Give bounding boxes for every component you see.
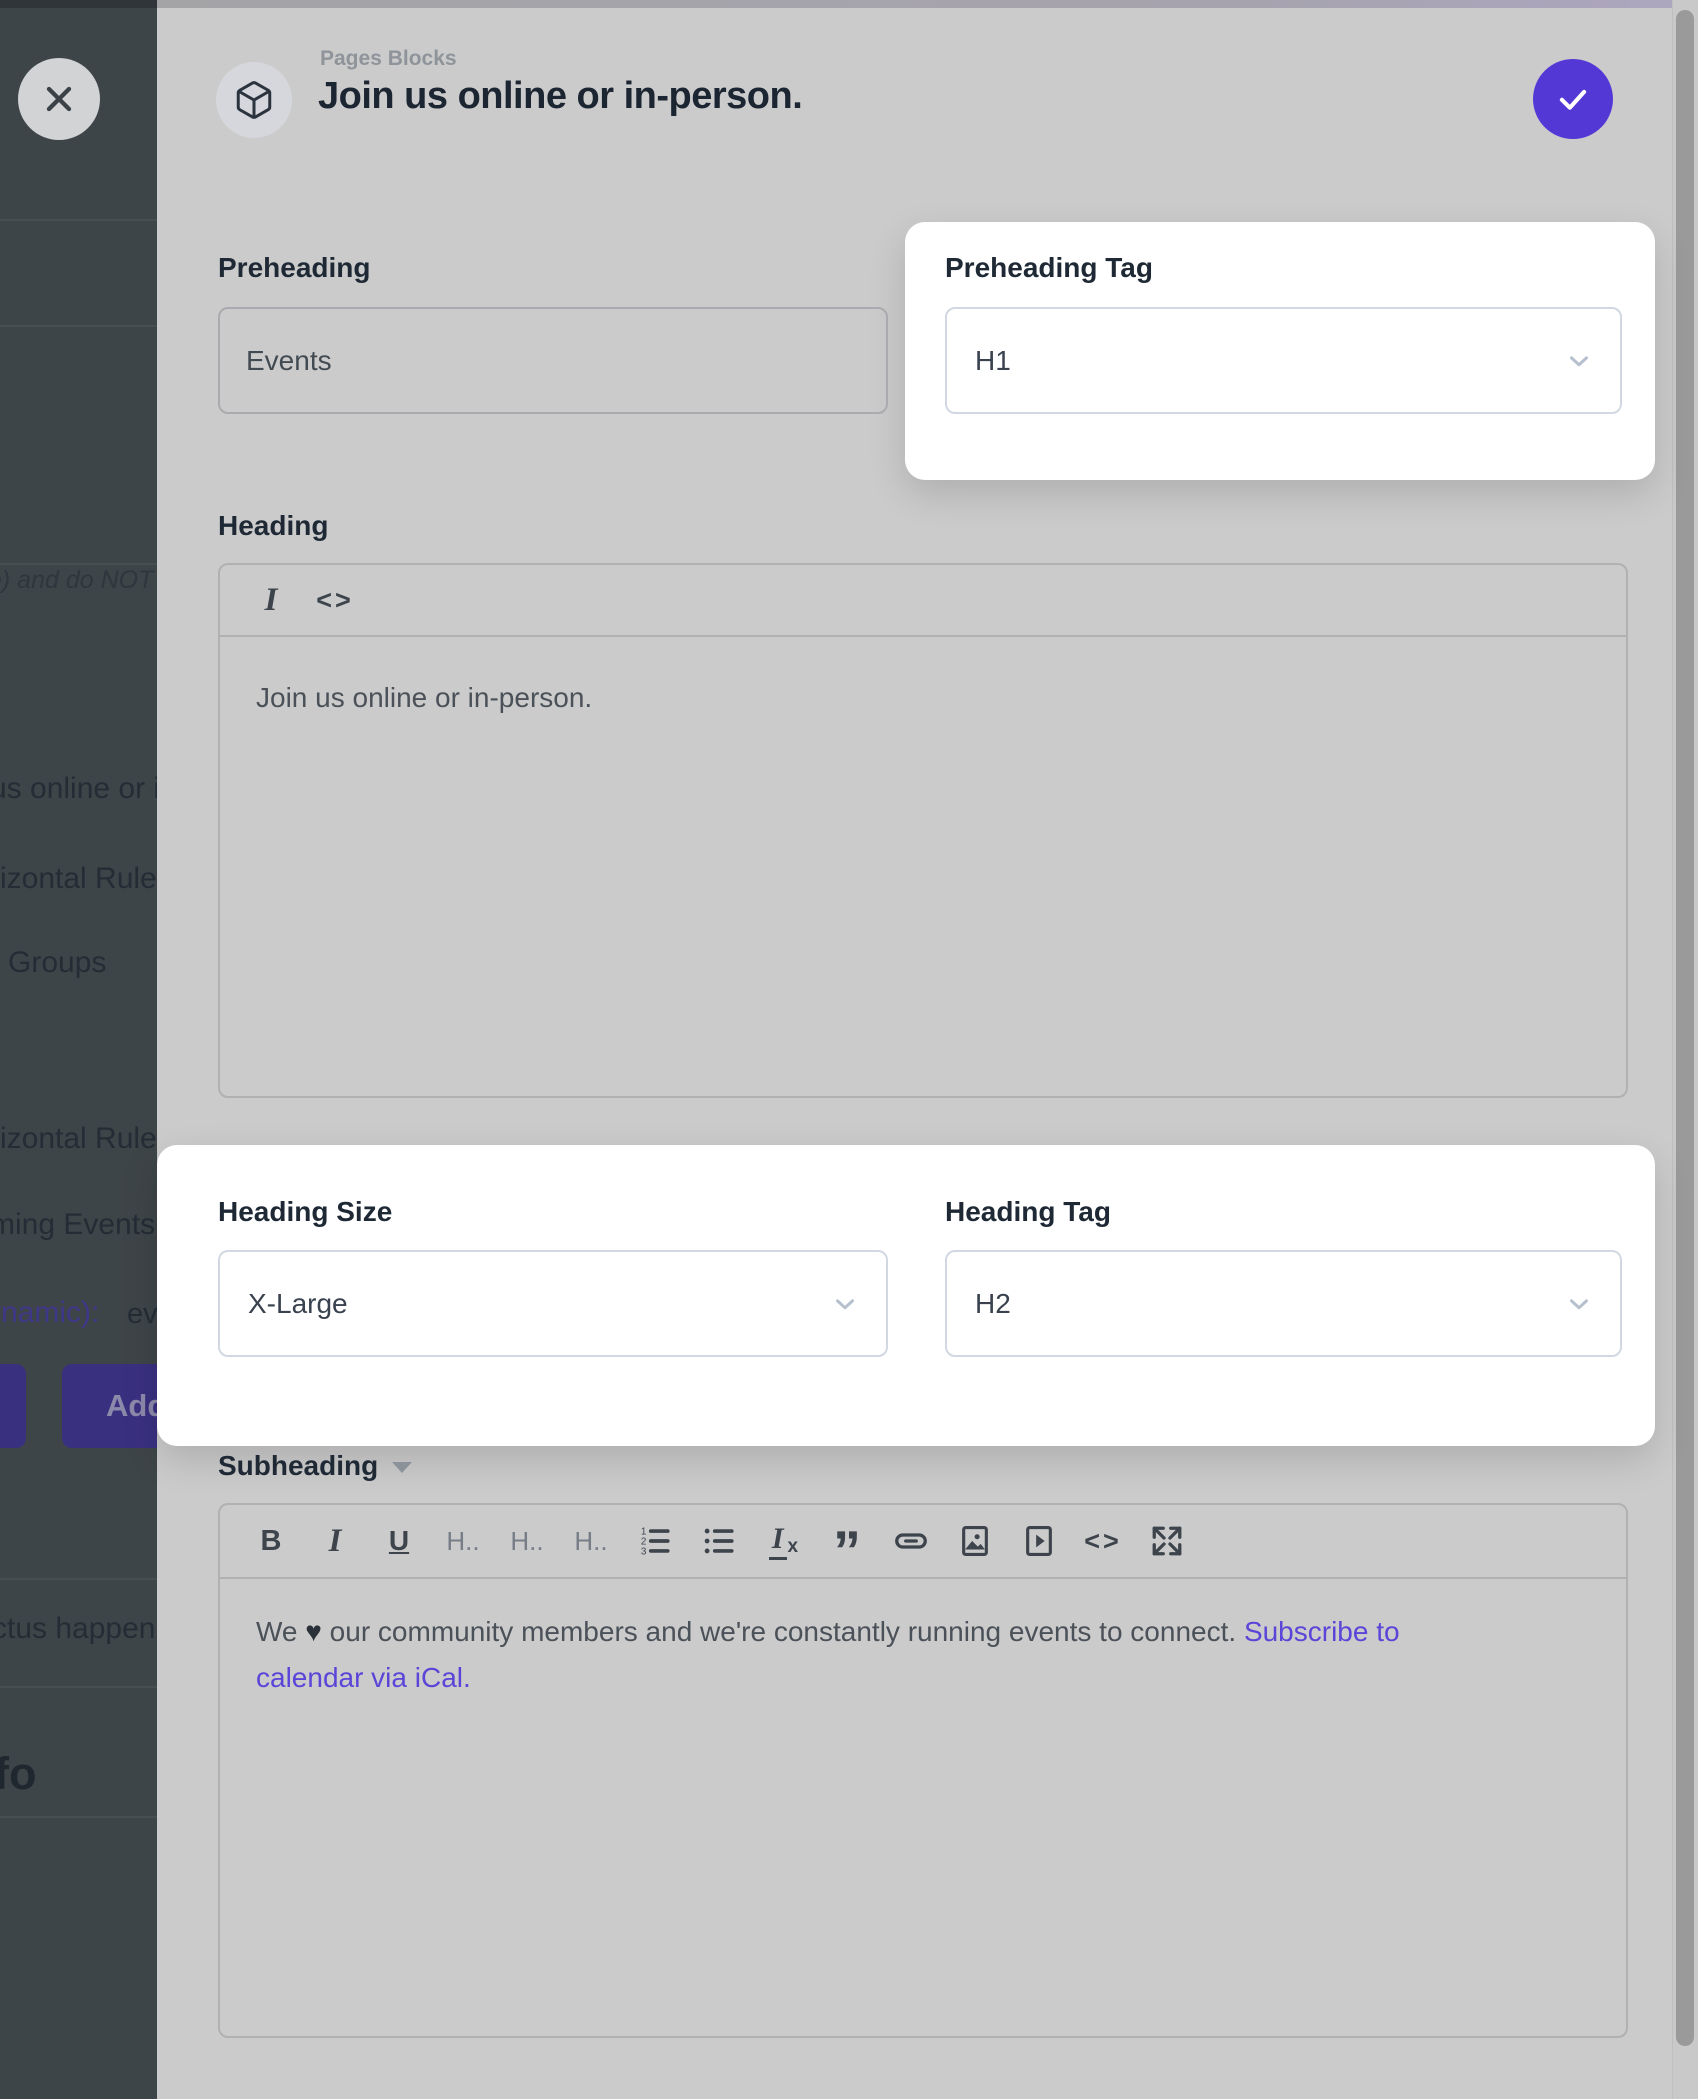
background-text-fragment: ming Events: [0, 1208, 155, 1242]
subscribe-link[interactable]: calendar via iCal.: [256, 1662, 471, 1693]
heading-3-icon[interactable]: H..: [572, 1526, 610, 1557]
background-text-fragment: rizontal Rule: [0, 862, 157, 896]
page-top-edge: [157, 0, 1698, 8]
italic-icon[interactable]: I: [316, 1523, 354, 1560]
subheading-editor-toolbar: B I U H.. H.. H.. 1 2 3 Ix: [220, 1505, 1626, 1579]
background-text-fragment: ev: [127, 1298, 158, 1331]
dimmed-background-panel: e) and do NOT us online or i rizontal Ru…: [0, 0, 157, 2099]
divider: [0, 325, 157, 327]
video-icon[interactable]: [1020, 1524, 1058, 1558]
preheading-tag-label: Preheading Tag: [945, 252, 1153, 284]
heading-size-select[interactable]: X-Large: [218, 1250, 888, 1357]
check-icon: [1554, 80, 1592, 118]
background-text-fragment: e) and do NOT: [0, 566, 153, 595]
block-type-badge: [216, 62, 292, 138]
background-text-fragment: rizontal Rule: [0, 1122, 157, 1156]
page-title: Join us online or in-person.: [318, 75, 802, 118]
background-text-fragment: fo: [0, 1748, 36, 1800]
background-button-fragment: [0, 1364, 26, 1448]
sidebar-top-strip: [0, 0, 157, 8]
caret-down-icon[interactable]: [392, 1462, 412, 1473]
fullscreen-icon[interactable]: [1148, 1523, 1186, 1559]
background-text-fragment: ctus happen: [0, 1612, 155, 1646]
breadcrumb: Pages Blocks: [320, 47, 457, 71]
blockquote-icon[interactable]: ”: [828, 1536, 866, 1566]
code-icon[interactable]: <>: [316, 585, 354, 616]
heading-size-value: X-Large: [248, 1288, 348, 1320]
link-icon[interactable]: [892, 1523, 930, 1559]
code-icon[interactable]: <>: [1084, 1526, 1122, 1557]
chevron-down-icon: [1564, 346, 1594, 376]
chevron-down-icon: [830, 1289, 860, 1319]
divider: [0, 1816, 157, 1818]
heading-2-icon[interactable]: H..: [508, 1526, 546, 1557]
clear-format-icon[interactable]: Ix: [764, 1522, 802, 1560]
preheading-tag-select[interactable]: H1: [945, 307, 1622, 414]
subheading-label: Subheading: [218, 1450, 378, 1482]
heading-tag-value: H2: [975, 1288, 1011, 1320]
heading-1-icon[interactable]: H..: [444, 1526, 482, 1557]
heading-editor-toolbar: I <>: [220, 565, 1626, 637]
background-text-fragment: Groups: [8, 946, 106, 980]
close-icon: [39, 79, 79, 119]
preheading-input[interactable]: Events: [218, 307, 888, 414]
subheading-editor-content[interactable]: We ♥ our community members and we're con…: [220, 1579, 1626, 1701]
italic-icon[interactable]: I: [252, 582, 290, 619]
heading-size-label: Heading Size: [218, 1196, 392, 1228]
svg-text:3: 3: [641, 1546, 647, 1557]
bold-icon[interactable]: B: [252, 1525, 290, 1558]
chevron-down-icon: [1564, 1289, 1594, 1319]
background-text-fragment: ynamic):: [0, 1296, 99, 1330]
heart-icon: ♥: [305, 1616, 322, 1647]
scrollbar-thumb[interactable]: [1676, 10, 1694, 2046]
preheading-tag-value: H1: [975, 345, 1011, 377]
background-text-fragment: us online or i: [0, 772, 160, 806]
heading-label: Heading: [218, 510, 328, 542]
heading-editor[interactable]: I <> Join us online or in-person.: [218, 563, 1628, 1098]
divider: [0, 563, 157, 565]
heading-tag-label: Heading Tag: [945, 1196, 1111, 1228]
ordered-list-icon[interactable]: 1 2 3: [636, 1524, 674, 1558]
divider: [0, 219, 157, 221]
bullet-list-icon[interactable]: [700, 1524, 738, 1558]
subscribe-link[interactable]: Subscribe to: [1244, 1616, 1400, 1647]
confirm-button[interactable]: [1533, 59, 1613, 139]
heading-tag-select[interactable]: H2: [945, 1250, 1622, 1357]
close-button[interactable]: [18, 58, 100, 140]
preheading-label: Preheading: [218, 252, 370, 284]
preheading-value: Events: [246, 345, 332, 377]
subheading-editor[interactable]: B I U H.. H.. H.. 1 2 3 Ix: [218, 1503, 1628, 2038]
divider: [0, 1686, 157, 1688]
divider: [0, 1578, 157, 1580]
subheading-text: our community members and we're constant…: [322, 1616, 1244, 1647]
subheading-text: We: [256, 1616, 305, 1647]
cube-icon: [233, 79, 275, 121]
image-icon[interactable]: [956, 1524, 994, 1558]
underline-icon[interactable]: U: [380, 1525, 418, 1557]
heading-editor-content[interactable]: Join us online or in-person.: [220, 637, 1626, 721]
